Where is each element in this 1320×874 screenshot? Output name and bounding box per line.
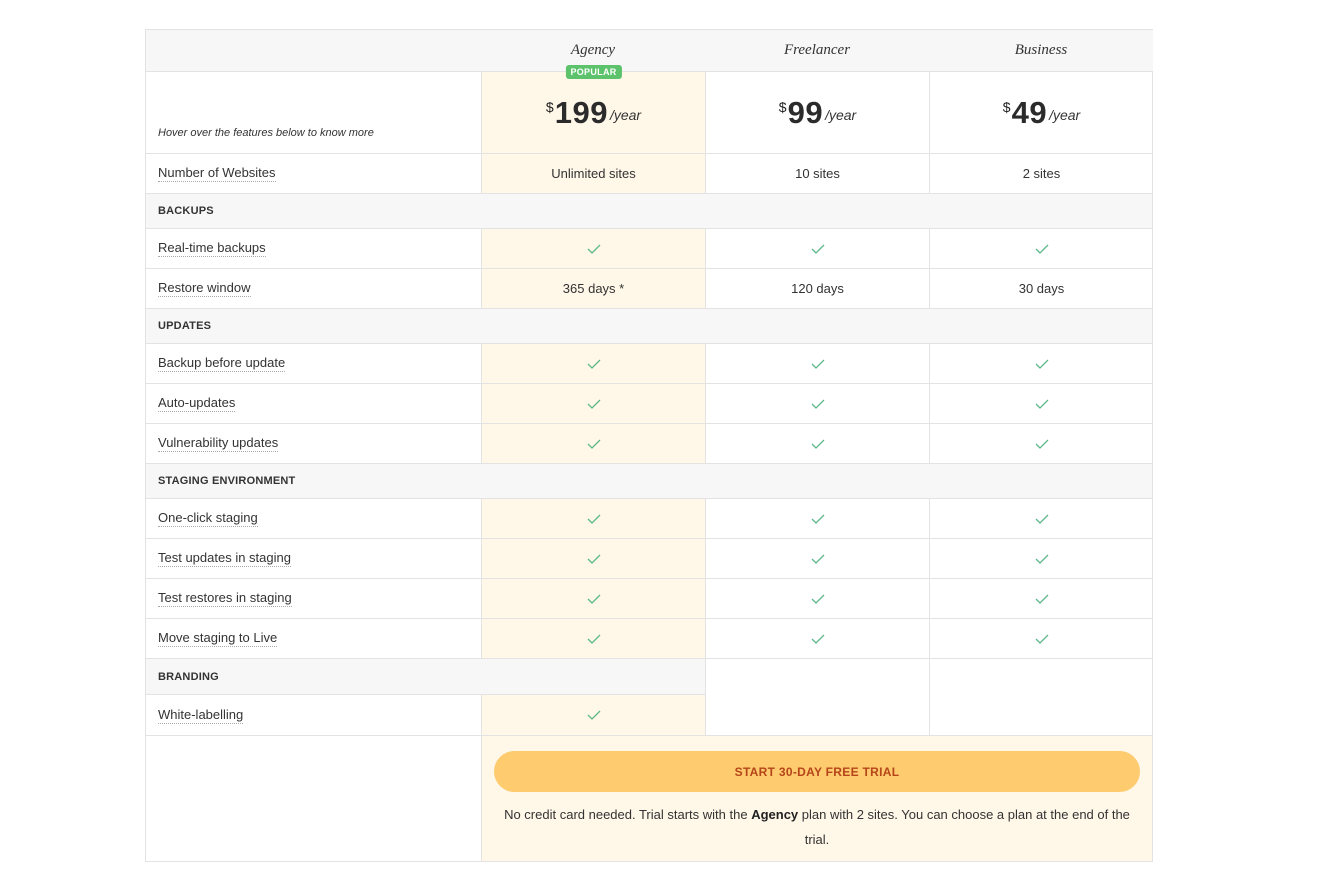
price-amount: 49 <box>1011 94 1048 130</box>
check-icon <box>587 244 600 254</box>
check-icon <box>587 399 600 409</box>
popular-badge: POPULAR <box>565 65 622 79</box>
feature-label[interactable]: Backup before update <box>158 355 286 372</box>
check-icon <box>811 399 824 409</box>
feature-row: Test updates in staging <box>146 539 1152 579</box>
check-icon <box>1035 594 1048 604</box>
trial-note: No credit card needed. Trial starts with… <box>494 802 1140 852</box>
value-business: 2 sites <box>929 154 1153 193</box>
price-period: /year <box>825 106 857 123</box>
section-header-staging: STAGING ENVIRONMENT <box>146 464 1152 499</box>
check-icon <box>1035 244 1048 254</box>
check-icon <box>1035 359 1048 369</box>
plan-name-freelancer: Freelancer <box>705 30 929 71</box>
feature-row: One-click staging <box>146 499 1152 539</box>
price-freelancer: $ 99 /year <box>705 72 929 153</box>
cta-cell: START 30-DAY FREE TRIAL No credit card n… <box>481 736 1152 861</box>
empty-cell-freelancer <box>705 659 929 735</box>
pricing-table: Agency Freelancer Business Hover over th… <box>145 29 1153 862</box>
plan-header-row: Agency Freelancer Business <box>146 30 1153 72</box>
check-icon <box>587 554 600 564</box>
branding-block: BRANDING White-labelling <box>146 659 1152 736</box>
empty-cell-business <box>929 659 1153 735</box>
feature-row: Auto-updates <box>146 384 1152 424</box>
plan-name-business: Business <box>929 30 1153 71</box>
feature-row-restore-window: Restore window 365 days * 120 days 30 da… <box>146 269 1152 309</box>
feature-row: Vulnerability updates <box>146 424 1152 464</box>
price-row: Hover over the features below to know mo… <box>146 65 1153 154</box>
check-icon <box>587 710 600 720</box>
feature-label[interactable]: Vulnerability updates <box>158 435 279 452</box>
feature-label[interactable]: Auto-updates <box>158 395 236 412</box>
start-trial-button[interactable]: START 30-DAY FREE TRIAL <box>494 751 1140 792</box>
feature-label[interactable]: Restore window <box>158 280 251 297</box>
hover-hint: Hover over the features below to know mo… <box>158 127 374 139</box>
feature-row: Backup before update <box>146 344 1152 384</box>
feature-label[interactable]: White-labelling <box>158 707 244 724</box>
check-icon <box>1035 554 1048 564</box>
value-freelancer: 10 sites <box>705 154 929 193</box>
feature-label[interactable]: Move staging to Live <box>158 630 278 647</box>
check-icon <box>811 244 824 254</box>
price-amount: 199 <box>554 94 608 130</box>
cta-empty-cell <box>146 736 481 861</box>
price-amount: 99 <box>787 94 824 130</box>
section-title: BRANDING <box>158 670 219 683</box>
check-icon <box>1035 514 1048 524</box>
feature-row-realtime-backups: Real-time backups <box>146 229 1152 269</box>
trial-note-pre: No credit card needed. Trial starts with… <box>504 807 752 822</box>
value-business: 30 days <box>929 269 1153 308</box>
check-icon <box>587 514 600 524</box>
check-icon <box>811 554 824 564</box>
feature-row-white-labelling: White-labelling <box>146 695 705 735</box>
check-icon <box>587 634 600 644</box>
section-header-branding: BRANDING <box>146 659 705 695</box>
feature-row: Move staging to Live <box>146 619 1152 659</box>
price-period: /year <box>1049 106 1081 123</box>
check-icon <box>587 439 600 449</box>
feature-row: Test restores in staging <box>146 579 1152 619</box>
section-title: BACKUPS <box>158 205 214 217</box>
check-icon <box>1035 439 1048 449</box>
check-icon <box>811 594 824 604</box>
check-icon <box>1035 634 1048 644</box>
check-icon <box>811 634 824 644</box>
section-title: UPDATES <box>158 320 212 332</box>
section-title: STAGING ENVIRONMENT <box>158 475 296 487</box>
value-agency: 365 days * <box>481 269 705 308</box>
check-icon <box>1035 399 1048 409</box>
price-business: $ 49 /year <box>929 72 1153 153</box>
header-empty-cell <box>146 30 481 71</box>
feature-label[interactable]: Number of Websites <box>158 165 276 182</box>
check-icon <box>587 594 600 604</box>
check-icon <box>811 439 824 449</box>
currency-symbol: $ <box>778 98 787 115</box>
feature-label[interactable]: Test restores in staging <box>158 590 292 607</box>
currency-symbol: $ <box>1002 98 1011 115</box>
trial-note-plan: Agency <box>751 807 799 822</box>
value-freelancer: 120 days <box>705 269 929 308</box>
feature-row-websites: Number of Websites Unlimited sites 10 si… <box>146 154 1152 194</box>
feature-label[interactable]: One-click staging <box>158 510 258 527</box>
section-header-backups: BACKUPS <box>146 194 1152 229</box>
price-agency: POPULAR $ 199 /year <box>481 65 705 153</box>
feature-label[interactable]: Real-time backups <box>158 240 266 257</box>
feature-label[interactable]: Test updates in staging <box>158 550 291 567</box>
check-icon <box>587 359 600 369</box>
check-icon <box>811 359 824 369</box>
value-agency: Unlimited sites <box>481 154 705 193</box>
price-period: /year <box>609 106 642 123</box>
currency-symbol: $ <box>545 98 554 115</box>
check-icon <box>811 514 824 524</box>
section-header-updates: UPDATES <box>146 309 1152 344</box>
cta-row: START 30-DAY FREE TRIAL No credit card n… <box>146 736 1152 861</box>
trial-note-post: plan with 2 sites. You can choose a plan… <box>798 807 1130 847</box>
